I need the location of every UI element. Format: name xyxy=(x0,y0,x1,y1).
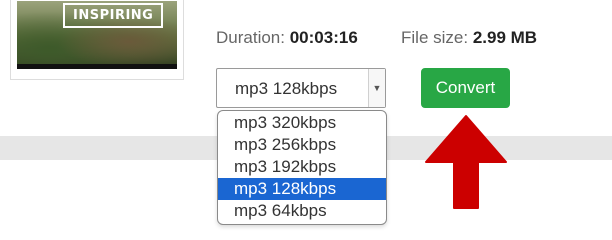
convert-button[interactable]: Convert xyxy=(421,68,510,108)
format-option-selected[interactable]: mp3 128kbps xyxy=(218,178,386,200)
thumbnail-bar xyxy=(17,64,177,69)
chevron-down-icon[interactable]: ▼ xyxy=(368,69,385,107)
format-select[interactable]: mp3 128kbps ▼ xyxy=(216,68,386,108)
format-option[interactable]: mp3 64kbps xyxy=(218,200,386,222)
thumbnail-image: INSPIRING xyxy=(17,1,177,69)
red-up-arrow-icon xyxy=(425,115,507,209)
duration-value: 00:03:16 xyxy=(289,28,358,47)
video-thumbnail: INSPIRING xyxy=(10,0,184,80)
duration-info: Duration: 00:03:16 xyxy=(216,28,358,48)
duration-label: Duration: xyxy=(216,28,285,47)
filesize-info: File size: 2.99 MB xyxy=(401,28,537,48)
format-select-value: mp3 128kbps xyxy=(235,79,338,98)
filesize-label: File size: xyxy=(401,28,469,47)
thumbnail-badge: INSPIRING xyxy=(63,3,164,28)
filesize-value: 2.99 MB xyxy=(472,28,538,47)
format-option[interactable]: mp3 192kbps xyxy=(218,156,386,178)
format-dropdown-list: mp3 320kbps mp3 256kbps mp3 192kbps mp3 … xyxy=(217,110,387,225)
format-option[interactable]: mp3 256kbps xyxy=(218,134,386,156)
format-option[interactable]: mp3 320kbps xyxy=(218,112,386,134)
